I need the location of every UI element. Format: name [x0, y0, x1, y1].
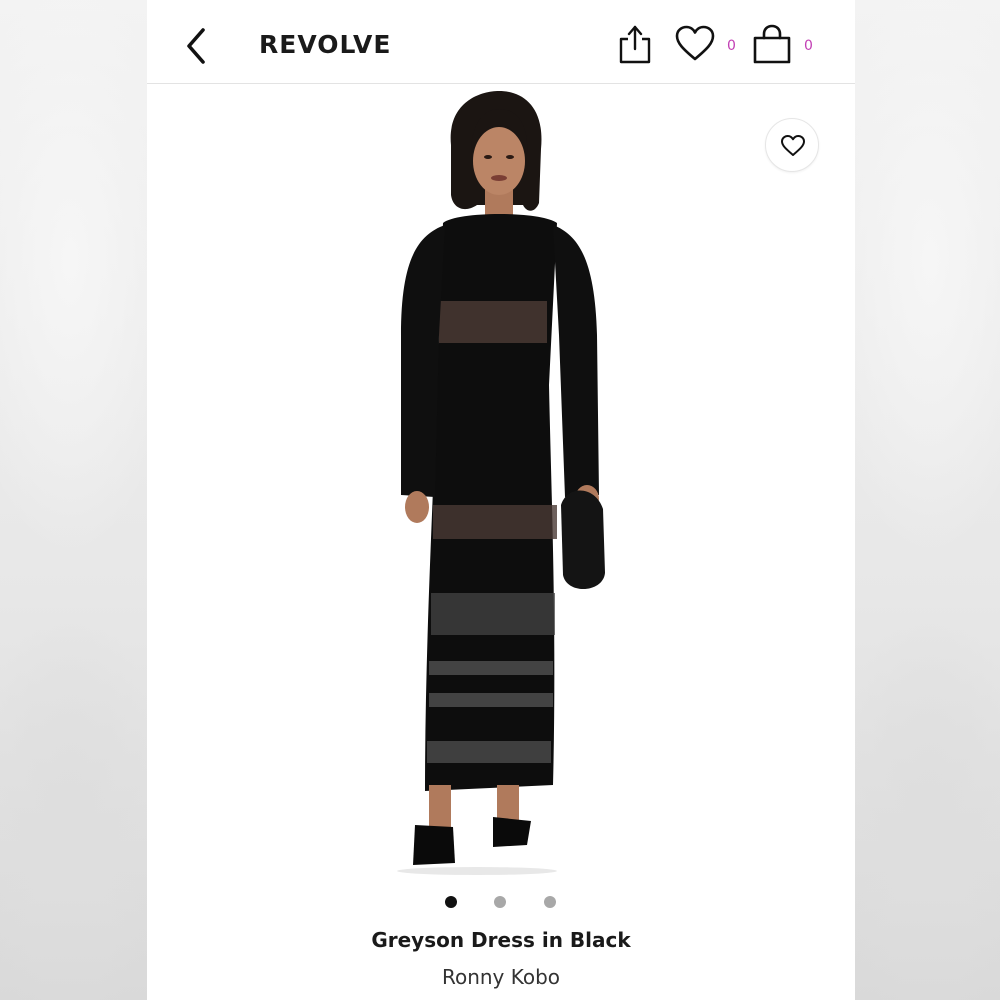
- wishlist-button[interactable]: [673, 22, 717, 66]
- bag-count-badge: 0: [804, 38, 813, 54]
- brand-logo[interactable]: REVOLVE: [259, 30, 391, 59]
- app-screen: REVOLVE 0 0 Greyson Dress in Black Ronny…: [147, 0, 855, 1000]
- add-to-wishlist-button[interactable]: [765, 118, 819, 172]
- shopping-bag-icon: [753, 24, 791, 64]
- model-dress-illustration: [397, 91, 605, 875]
- heart-icon: [675, 25, 715, 61]
- share-icon: [619, 25, 651, 64]
- product-title: Greyson Dress in Black: [371, 928, 631, 952]
- gallery-dot[interactable]: [494, 896, 506, 908]
- shopping-bag-button[interactable]: [751, 22, 793, 66]
- back-button[interactable]: [177, 24, 217, 68]
- wishlist-count-badge: 0: [727, 38, 736, 54]
- gallery-dot-active[interactable]: [445, 896, 457, 908]
- heart-outline-icon: [781, 135, 805, 156]
- top-nav-bar: REVOLVE 0 0: [147, 0, 855, 84]
- product-image[interactable]: [147, 85, 855, 875]
- product-designer[interactable]: Ronny Kobo: [147, 965, 855, 989]
- chevron-left-icon: [187, 28, 205, 64]
- share-button[interactable]: [617, 22, 653, 66]
- gallery-dot[interactable]: [544, 896, 556, 908]
- gallery-pagination: [147, 893, 855, 911]
